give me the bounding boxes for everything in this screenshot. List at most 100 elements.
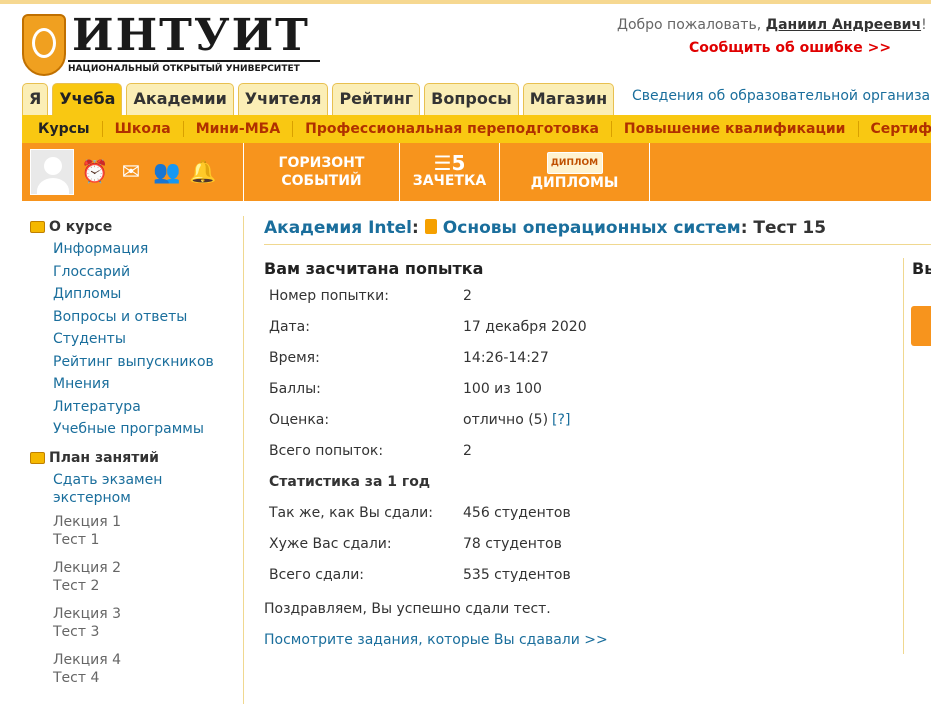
top-accent-line: [0, 0, 931, 4]
stats-heading: Статистика за 1 год: [269, 466, 587, 497]
user-icons-group: ⏰ ✉ 👥 🔔: [22, 143, 244, 201]
diplomas-label: ДИПЛОМЫ: [530, 175, 619, 191]
avatar[interactable]: [30, 149, 74, 195]
people-icon[interactable]: 👥: [152, 157, 182, 187]
intuit-logo[interactable]: ИНТУИТ НАЦИОНАЛЬНЫЙ ОТКРЫТЫЙ УНИВЕРСИТЕТ: [22, 10, 320, 80]
report-error-link[interactable]: Сообщить об ошибке >>: [689, 40, 891, 56]
tab-teachers[interactable]: Учителя: [237, 83, 329, 115]
test-label: Тест 1: [53, 531, 100, 548]
see-tasks-link[interactable]: Посмотрите задания, которые Вы сдавали >…: [264, 632, 608, 648]
header-divider: [264, 244, 931, 245]
logo-text: ИНТУИТ: [72, 10, 310, 61]
table-row: Номер попытки: 2: [269, 280, 587, 311]
logo-subtitle: НАЦИОНАЛЬНЫЙ ОТКРЫТЫЙ УНИВЕРСИТЕТ: [68, 60, 320, 74]
bell-icon[interactable]: 🔔: [188, 157, 218, 187]
tab-questions[interactable]: Вопросы: [424, 83, 519, 115]
sidebar-item-programs[interactable]: Учебные программы: [30, 418, 240, 441]
row-key: Всего попыток:: [269, 442, 384, 459]
sidebar-item-glossary[interactable]: Глоссарий: [30, 261, 240, 284]
row-key: Номер попытки:: [269, 287, 389, 304]
table-row: Всего сдали: 535 студентов: [269, 559, 587, 590]
lesson-item[interactable]: Лекция 1 Тест 1: [30, 513, 240, 549]
breadcrumb-course[interactable]: Основы операционных систем: [443, 218, 741, 238]
alarm-clock-icon[interactable]: ⏰: [80, 157, 110, 187]
table-row: Дата: 17 декабря 2020: [269, 311, 587, 342]
lesson-item[interactable]: Лекция 4 Тест 4: [30, 651, 240, 687]
test-label: Тест 4: [53, 669, 100, 686]
lesson-plan-heading[interactable]: План занятий: [30, 447, 240, 469]
row-key: Всего сдали:: [269, 566, 365, 583]
icon-toolbar: ⏰ ✉ 👥 🔔 ГОРИЗОНТ СОБЫТИЙ ☰5 ЗАЧЕТКА ДИПЛ…: [22, 143, 931, 201]
sidebar-item-graduates-rating[interactable]: Рейтинг выпускников: [30, 351, 240, 374]
diploma-icon: ДИПЛОМ: [546, 152, 603, 174]
breadcrumb-current: Тест 15: [753, 218, 827, 238]
external-exam-link[interactable]: Сдать экзамен экстерном: [30, 471, 240, 507]
sidebar-divider: [243, 216, 244, 704]
tab-academies[interactable]: Академии: [126, 83, 234, 115]
congratulations-text: Поздравляем, Вы успешно сдали тест.: [264, 601, 551, 617]
breadcrumb: Академия Intel: Основы операционных систе…: [264, 218, 827, 238]
subnav-certification[interactable]: Сертификация: [857, 121, 931, 137]
sidebar-item-students[interactable]: Студенты: [30, 328, 240, 351]
tab-rating[interactable]: Рейтинг: [332, 83, 421, 115]
about-course-heading[interactable]: О курсе: [30, 216, 240, 238]
breadcrumb-academy[interactable]: Академия Intel: [264, 218, 412, 238]
horizon-events-banner[interactable]: ГОРИЗОНТ СОБЫТИЙ: [244, 143, 400, 201]
about-course-title: О курсе: [49, 219, 113, 235]
sub-navigation: Курсы Школа Мини-МБА Профессиональная пе…: [22, 115, 931, 143]
table-row: Баллы: 100 из 100: [269, 373, 587, 404]
envelope-icon[interactable]: ✉: [116, 157, 146, 187]
table-row: Время: 14:26-14:27: [269, 342, 587, 373]
right-panel-title: Вы: [912, 259, 931, 278]
sidebar-item-info[interactable]: Информация: [30, 238, 240, 261]
gradebook-icon: ☰5: [433, 151, 466, 175]
subnav-retraining[interactable]: Профессиональная переподготовка: [292, 121, 611, 137]
test-label: Тест 3: [53, 623, 100, 640]
lecture-label: Лекция 2: [53, 559, 122, 576]
sidebar-item-literature[interactable]: Литература: [30, 396, 240, 419]
row-value: 100 из 100: [463, 380, 542, 397]
row-key: Дата:: [269, 318, 310, 335]
result-table: Номер попытки: 2 Дата: 17 декабря 2020 В…: [269, 280, 587, 590]
stats-title: Статистика за 1 год: [269, 473, 431, 490]
sidebar-item-faq[interactable]: Вопросы и ответы: [30, 306, 240, 329]
tab-study[interactable]: Учеба: [52, 83, 123, 115]
external-exam-line2: экстерном: [53, 489, 131, 506]
lesson-item[interactable]: Лекция 3 Тест 3: [30, 605, 240, 641]
sidebar-item-reviews[interactable]: Мнения: [30, 373, 240, 396]
main-tabs: Я Учеба Академии Учителя Рейтинг Вопросы…: [22, 83, 615, 115]
gradebook-label: ЗАЧЕТКА: [412, 173, 487, 189]
row-value: 2: [463, 287, 472, 304]
row-value: 14:26-14:27: [463, 349, 549, 366]
subnav-qualification[interactable]: Повышение квалификации: [610, 121, 858, 137]
horizon-line1: ГОРИЗОНТ: [278, 155, 365, 171]
sidebar-item-diplomas[interactable]: Дипломы: [30, 283, 240, 306]
diplomas-banner[interactable]: ДИПЛОМ ДИПЛОМЫ: [500, 143, 650, 201]
row-key: Оценка:: [269, 411, 330, 428]
user-name-link[interactable]: Даниил Андреевич: [766, 17, 921, 33]
right-panel-button[interactable]: [911, 306, 931, 346]
row-key: Хуже Вас сдали:: [269, 535, 392, 552]
tab-me[interactable]: Я: [22, 83, 49, 115]
result-title: Вам засчитана попытка: [264, 259, 484, 278]
horizon-line2: СОБЫТИЙ: [281, 173, 362, 189]
subnav-school[interactable]: Школа: [101, 121, 183, 137]
table-row: Хуже Вас сдали: 78 студентов: [269, 528, 587, 559]
book-icon: [424, 219, 437, 234]
row-value: 2: [463, 442, 472, 459]
lesson-item[interactable]: Лекция 2 Тест 2: [30, 559, 240, 595]
org-info-link[interactable]: Сведения об образовательной организации: [632, 88, 931, 104]
folder-open-icon: [30, 221, 45, 233]
right-panel-divider: [903, 258, 904, 654]
test-label: Тест 2: [53, 577, 100, 594]
row-key: Баллы:: [269, 380, 321, 397]
gradebook-banner[interactable]: ☰5 ЗАЧЕТКА: [400, 143, 500, 201]
welcome-prefix: Добро пожаловать,: [617, 17, 762, 33]
lecture-label: Лекция 3: [53, 605, 122, 622]
logo-emblem-icon: [22, 14, 66, 76]
subnav-mini-mba[interactable]: Мини-МБА: [182, 121, 292, 137]
tab-shop[interactable]: Магазин: [522, 83, 615, 115]
subnav-courses[interactable]: Курсы: [30, 121, 102, 137]
table-row: Так же, как Вы сдали: 456 студентов: [269, 497, 587, 528]
grade-help-link[interactable]: [?]: [552, 412, 570, 428]
